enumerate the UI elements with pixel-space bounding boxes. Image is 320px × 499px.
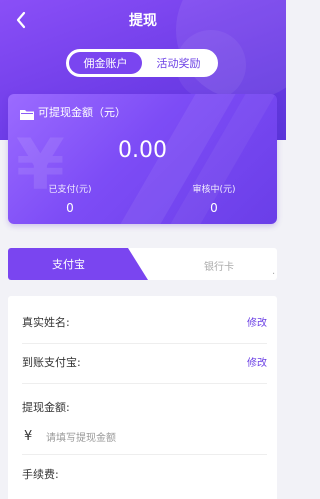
divider xyxy=(22,454,267,455)
withdraw-amount-label: 提现金额: xyxy=(22,401,70,414)
tab-trailing-mark: . xyxy=(272,266,276,277)
paid-stat: 已支付(元) 0 xyxy=(20,182,120,215)
real-name-label: 真实姓名: xyxy=(22,315,70,329)
alipay-row: 到账支付宝: 修改 xyxy=(22,340,267,384)
reviewing-value: 0 xyxy=(210,201,218,215)
withdrawable-label: 可提现金额（元） xyxy=(38,106,126,119)
edit-alipay-button[interactable]: 修改 xyxy=(247,354,267,369)
payment-method-tabs: 支付宝 银行卡 . xyxy=(8,248,277,280)
withdraw-amount-input[interactable] xyxy=(46,429,246,447)
tab-commission-account[interactable]: 佣金账户 xyxy=(69,52,142,74)
real-name-row: 真实姓名: 修改 xyxy=(22,300,267,344)
tab-bank-card[interactable]: 银行卡 xyxy=(204,258,234,273)
alipay-label: 到账支付宝: xyxy=(22,355,81,369)
folder-icon xyxy=(20,105,34,120)
tab-activity-reward[interactable]: 活动奖励 xyxy=(142,52,215,74)
paid-label: 已支付(元) xyxy=(48,185,92,195)
withdraw-form: 真实姓名: 修改 到账支付宝: 修改 提现金额: ¥ 手续费: xyxy=(8,296,277,499)
withdrawable-amount: 0.00 xyxy=(118,138,167,163)
reviewing-stat: 审核中(元) 0 xyxy=(164,182,264,215)
tab-alipay[interactable]: 支付宝 xyxy=(8,248,148,280)
page-title: 提现 xyxy=(129,13,157,29)
nav-bar: 提现 xyxy=(0,0,286,40)
currency-symbol: ¥ xyxy=(24,429,33,444)
fee-label: 手续费: xyxy=(22,468,59,481)
paid-value: 0 xyxy=(66,201,74,215)
reviewing-label: 审核中(元) xyxy=(192,185,236,195)
account-segment: 佣金账户 活动奖励 xyxy=(66,49,218,77)
balance-card: ¥ 可提现金额（元） 0.00 已支付(元) 0 审核中(元) 0 xyxy=(8,94,277,224)
edit-real-name-button[interactable]: 修改 xyxy=(247,314,267,329)
